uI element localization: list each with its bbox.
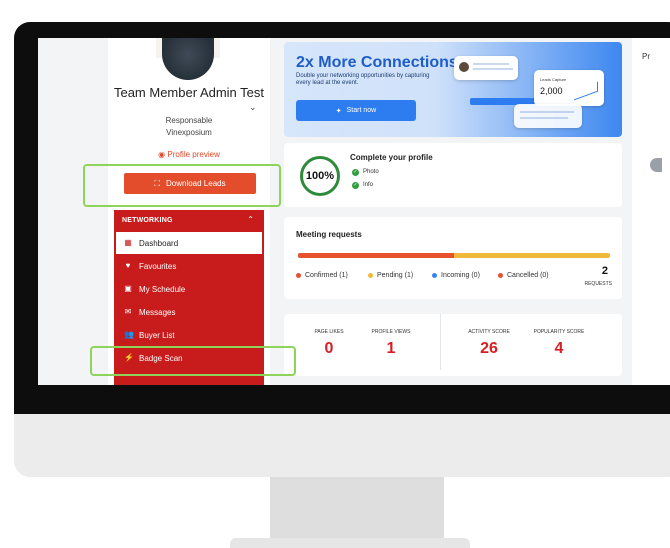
profile-name: Team Member Admin Test <box>113 85 265 100</box>
sidebar-item-buyer-list[interactable]: 👥 Buyer List <box>116 324 262 346</box>
promo-banner: 2x More Connections Double your networki… <box>284 42 622 137</box>
profile-preview-label: Profile preview <box>167 150 220 159</box>
profile-progress-ring: 100% <box>300 156 340 196</box>
placeholder-line <box>473 63 509 65</box>
legend-label: Incoming (0) <box>441 272 480 279</box>
start-now-button[interactable]: ✦ Start now <box>296 100 416 121</box>
meeting-requests-card[interactable]: Meeting requests Confirmed (1) Pending (… <box>284 217 622 299</box>
legend-label: Confirmed (1) <box>305 272 348 279</box>
legend-incoming: Incoming (0) <box>432 272 480 279</box>
right-panel-heading: Pr <box>642 52 650 61</box>
banner-subtitle: Double your networking opportunities by … <box>296 73 430 86</box>
sidebar-item-label: Favourites <box>139 261 177 271</box>
legend-cancelled: Cancelled (0) <box>498 272 549 279</box>
profile-sidebar: Team Member Admin Test ⌄ Responsable Vin… <box>108 38 270 385</box>
profile-preview-link[interactable]: ◉ Profile preview <box>112 150 266 159</box>
placeholder-line <box>520 111 574 113</box>
chevron-down-icon[interactable]: ⌄ <box>249 102 257 113</box>
stat-label-profile-views: PROFILE VIEWS <box>371 329 411 335</box>
stat-label-page-likes: PAGE LIKES <box>314 329 344 335</box>
calendar-icon: ▣ <box>124 284 132 293</box>
complete-profile-card[interactable]: 100% Complete your profile ✓ Photo ✓ Inf… <box>284 143 622 207</box>
sidebar-item-favourites[interactable]: ♥ Favourites <box>116 255 262 277</box>
sidebar-item-label: Dashboard <box>139 238 179 248</box>
profile-company: Vinexposium <box>166 128 212 137</box>
avatar[interactable] <box>162 38 214 80</box>
checklist-item: Info <box>363 182 374 188</box>
sparkle-icon: ✦ <box>335 107 342 115</box>
profile-role: Responsable <box>165 116 213 125</box>
legend-dot <box>432 273 437 278</box>
stats-card: PAGE LIKES 0 PROFILE VIEWS 1 ACTIVITY SC… <box>284 314 622 376</box>
users-icon: 👥 <box>124 330 134 339</box>
stat-value-page-likes: 0 <box>324 340 334 357</box>
networking-section-title: NETWORKING <box>122 217 173 224</box>
sidebar-item-label: My Schedule <box>139 284 186 294</box>
legend-dot <box>296 273 301 278</box>
banner-title: 2x More Connections <box>296 54 458 71</box>
sidebar-item-my-schedule[interactable]: ▣ My Schedule <box>116 278 262 300</box>
meeting-requests-title: Meeting requests <box>296 230 362 239</box>
highlight-badge-scan <box>90 346 296 376</box>
chevron-up-icon[interactable]: ⌃ <box>247 215 254 224</box>
requests-label: REQUESTS <box>584 281 612 287</box>
legend-dot <box>368 273 373 278</box>
placeholder-line <box>473 68 513 70</box>
requests-count: 2 <box>601 265 608 277</box>
eye-icon: ◉ <box>158 150 166 159</box>
legend-label: Cancelled (0) <box>507 272 549 279</box>
monitor-stand-base <box>230 538 470 548</box>
legend-confirmed: Confirmed (1) <box>296 272 348 279</box>
sidebar-item-label: Messages <box>139 307 176 317</box>
legend-dot <box>498 273 503 278</box>
sidebar-item-label: Buyer List <box>139 330 175 340</box>
avatar <box>459 62 469 72</box>
stat-value-popularity-score: 4 <box>554 340 564 357</box>
sidebar-item-dashboard[interactable]: ▦ Dashboard <box>116 232 262 254</box>
right-panel <box>632 38 670 385</box>
leads-card-title: Leads Capture <box>540 77 567 82</box>
check-icon: ✓ <box>352 169 359 176</box>
stat-value-activity-score: 26 <box>480 340 498 357</box>
trend-line-icon <box>574 81 598 101</box>
stat-value-profile-views: 1 <box>386 340 396 357</box>
monitor-stand-neck <box>270 477 444 541</box>
check-icon: ✓ <box>352 182 359 189</box>
banner-illustration-leads-card: Leads Capture 2,000 <box>534 70 604 106</box>
confirmed-progress-segment <box>298 253 454 258</box>
divider <box>440 314 441 370</box>
stat-label-activity-score: ACTIVITY SCORE <box>468 329 510 335</box>
desktop-mockup: Team Member Admin Test ⌄ Responsable Vin… <box>0 0 670 548</box>
banner-illustration-table-card <box>514 104 582 128</box>
banner-illustration-message-card <box>454 56 518 80</box>
leads-card-value: 2,000 <box>540 86 563 96</box>
heart-icon: ♥ <box>125 261 131 270</box>
highlight-download-leads <box>83 164 281 207</box>
checklist-item: Photo <box>363 169 379 175</box>
stat-label-popularity-score: POPULARITY SCORE <box>533 329 585 335</box>
legend-pending: Pending (1) <box>368 272 413 279</box>
pending-progress-segment <box>454 253 610 258</box>
complete-profile-title: Complete your profile <box>350 153 433 162</box>
placeholder-line <box>520 117 568 119</box>
envelope-icon: ✉ <box>124 307 132 316</box>
grid-icon: ▦ <box>124 238 132 247</box>
legend-label: Pending (1) <box>377 272 414 279</box>
start-now-label: Start now <box>346 107 377 114</box>
sidebar-item-messages[interactable]: ✉ Messages <box>116 301 262 323</box>
app-screen: Team Member Admin Test ⌄ Responsable Vin… <box>38 38 670 385</box>
avatar <box>650 158 662 172</box>
